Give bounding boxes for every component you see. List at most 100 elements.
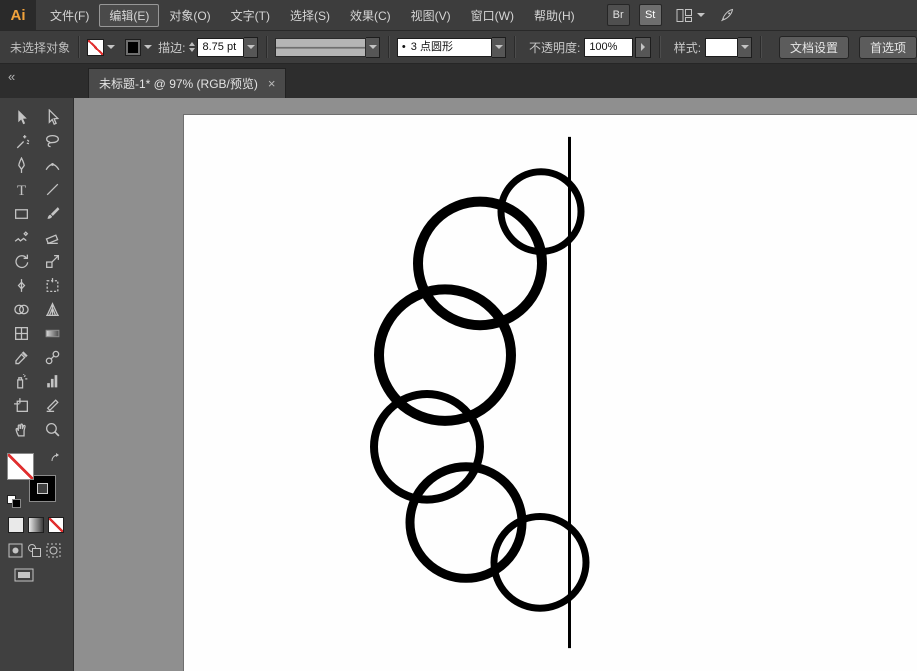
workspace-switcher[interactable]: [676, 8, 705, 23]
rectangle-tool[interactable]: [6, 201, 37, 225]
magic-wand-tool[interactable]: [6, 129, 37, 153]
document-tab[interactable]: 未标题-1* @ 97% (RGB/预览) ×: [88, 68, 286, 98]
hand-tool[interactable]: [6, 417, 37, 441]
brush-chevron[interactable]: [492, 37, 506, 58]
menu-select[interactable]: 选择(S): [280, 4, 340, 27]
circle-shape[interactable]: [418, 202, 542, 326]
document-tab-title: 未标题-1* @ 97% (RGB/预览): [99, 75, 258, 92]
curvature-tool[interactable]: [37, 153, 68, 177]
chevron-right-icon: [641, 43, 645, 51]
workspace-icon: [676, 8, 693, 23]
screen-mode-icon: [14, 568, 34, 582]
perspective-grid-tool[interactable]: [37, 297, 68, 321]
eraser-icon: [44, 229, 61, 246]
stroke-weight-stepper[interactable]: [189, 42, 195, 52]
gpu-performance-button[interactable]: [719, 7, 736, 23]
free-transform-tool[interactable]: [37, 273, 68, 297]
pen-icon: [13, 157, 30, 174]
document-setup-button[interactable]: 文档设置: [779, 36, 849, 59]
width-icon: [13, 277, 30, 294]
brush-definition-dropdown[interactable]: • 3 点圆形: [397, 38, 492, 57]
direct-selection-tool[interactable]: [37, 105, 68, 129]
perspective-grid-icon: [44, 301, 61, 318]
symbol-sprayer-tool[interactable]: [6, 369, 37, 393]
illustrator-window: Ai 文件(F)编辑(E)对象(O)文字(T)选择(S)效果(C)视图(V)窗口…: [0, 0, 917, 671]
eraser-tool[interactable]: [37, 225, 68, 249]
swap-fill-stroke-icon[interactable]: [50, 453, 63, 464]
stroke-color-swatch[interactable]: [125, 39, 142, 56]
default-fill-stroke-icon[interactable]: [7, 495, 21, 507]
menu-object[interactable]: 对象(O): [159, 4, 220, 27]
svg-text:T: T: [16, 182, 25, 197]
menu-help[interactable]: 帮助(H): [524, 4, 585, 27]
stock-badge[interactable]: St: [639, 4, 662, 26]
main-area: T: [0, 98, 917, 671]
slice-icon: [44, 397, 61, 414]
step-up-icon: [189, 42, 195, 46]
menu-type[interactable]: 文字(T): [221, 4, 280, 27]
fill-swatch[interactable]: [7, 453, 34, 480]
canvas-area[interactable]: [74, 98, 917, 671]
menu-window[interactable]: 窗口(W): [461, 4, 524, 27]
artboard-tool[interactable]: [6, 393, 37, 417]
profile-chevron[interactable]: [366, 37, 380, 58]
blend-tool[interactable]: [37, 345, 68, 369]
menu-file[interactable]: 文件(F): [40, 4, 99, 27]
separator: [266, 36, 267, 58]
zoom-tool[interactable]: [37, 417, 68, 441]
color-button[interactable]: [8, 517, 24, 533]
app-logo: Ai: [0, 0, 36, 30]
opacity-panel-button[interactable]: [635, 37, 651, 58]
scale-tool[interactable]: [37, 249, 68, 273]
separator: [659, 36, 660, 58]
lasso-tool[interactable]: [37, 129, 68, 153]
variable-width-profile-dropdown[interactable]: [275, 38, 366, 57]
fill-color-swatch[interactable]: [87, 39, 104, 56]
stroke-weight-label: 描边:: [158, 39, 185, 56]
eyedropper-tool[interactable]: [6, 345, 37, 369]
stroke-weight-input[interactable]: 8.75 pt: [197, 38, 244, 57]
gradient-tool[interactable]: [37, 321, 68, 345]
column-graph-tool[interactable]: [37, 369, 68, 393]
line-segment-tool[interactable]: [37, 177, 68, 201]
width-tool[interactable]: [6, 273, 37, 297]
zoom-icon: [44, 421, 61, 438]
selection-tool[interactable]: [6, 105, 37, 129]
control-bar: 未选择对象 描边: 8.75 pt • 3 点圆形 不透明度: 100%: [0, 31, 917, 64]
rotate-tool[interactable]: [6, 249, 37, 273]
slice-tool[interactable]: [37, 393, 68, 417]
menu-edit[interactable]: 编辑(E): [99, 4, 159, 27]
screen-mode-button[interactable]: [14, 568, 34, 587]
column-graph-icon: [44, 373, 61, 390]
menu-effect[interactable]: 效果(C): [340, 4, 401, 27]
style-chevron[interactable]: [738, 37, 752, 58]
gradient-button[interactable]: [28, 517, 44, 533]
line-segment-icon: [44, 181, 61, 198]
preferences-button[interactable]: 首选项: [859, 36, 917, 59]
paintbrush-tool[interactable]: [37, 201, 68, 225]
draw-behind-button[interactable]: [27, 543, 42, 558]
stroke-weight-dropdown[interactable]: [244, 37, 258, 58]
gradient-icon: [44, 325, 61, 342]
collapse-panel-icon[interactable]: «: [8, 69, 13, 84]
tools-panel: T: [0, 98, 74, 671]
draw-normal-button[interactable]: [8, 543, 23, 558]
opacity-input[interactable]: 100%: [584, 38, 633, 57]
none-button[interactable]: [48, 517, 64, 533]
bridge-badge[interactable]: Br: [607, 4, 630, 26]
pen-tool[interactable]: [6, 153, 37, 177]
shaper-tool[interactable]: [6, 225, 37, 249]
paint-mode-row: [8, 517, 64, 533]
close-tab-icon[interactable]: ×: [268, 77, 276, 90]
fill-color-chevron-icon[interactable]: [107, 45, 115, 49]
type-tool[interactable]: T: [6, 177, 37, 201]
default-stroke-mini: [12, 499, 21, 508]
artwork-canvas[interactable]: [74, 98, 917, 671]
style-dropdown[interactable]: [705, 38, 738, 57]
draw-inside-button[interactable]: [46, 543, 61, 558]
menu-view[interactable]: 视图(V): [401, 4, 461, 27]
shape-builder-icon: [13, 301, 30, 318]
shape-builder-tool[interactable]: [6, 297, 37, 321]
stroke-color-chevron-icon[interactable]: [144, 45, 152, 49]
mesh-tool[interactable]: [6, 321, 37, 345]
